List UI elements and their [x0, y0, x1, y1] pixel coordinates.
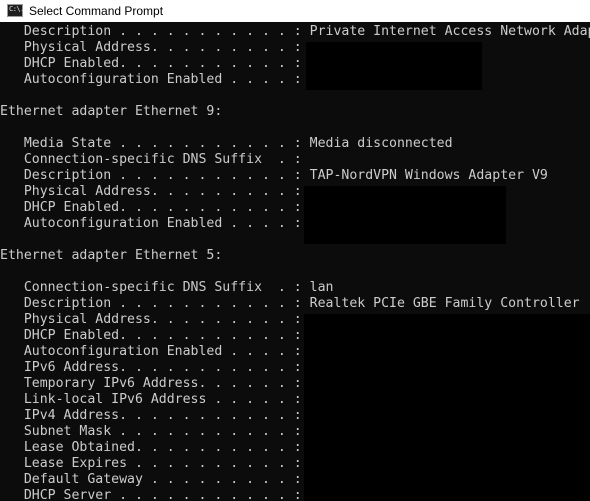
console-line: Ethernet adapter Ethernet 5:: [0, 248, 223, 263]
console-line: Ethernet adapter Ethernet 9:: [0, 104, 223, 119]
window-title: Select Command Prompt: [29, 4, 164, 18]
title-bar[interactable]: C:\. Select Command Prompt: [0, 0, 590, 22]
console-line: Description . . . . . . . . . . . : TAP-…: [0, 168, 548, 183]
console-line: Autoconfiguration Enabled . . . . :: [0, 72, 302, 87]
redaction-box: [304, 314, 590, 501]
console-line: Physical Address. . . . . . . . . :: [0, 40, 302, 55]
console-line: DHCP Enabled. . . . . . . . . . . :: [0, 56, 302, 71]
console-line: Media State . . . . . . . . . . . : Medi…: [0, 136, 453, 151]
command-prompt-window[interactable]: C:\. Select Command Prompt Description .…: [0, 0, 590, 501]
cmd-icon-text: C:\.: [9, 5, 24, 13]
console-line: Description . . . . . . . . . . . : Real…: [0, 296, 580, 311]
console-line: Connection-specific DNS Suffix . : lan: [0, 280, 334, 295]
cmd-icon[interactable]: C:\.: [7, 4, 24, 17]
redaction-box: [306, 42, 482, 90]
console-line: Description . . . . . . . . . . . : Priv…: [0, 24, 590, 39]
redaction-box: [304, 186, 506, 244]
console-line: Connection-specific DNS Suffix . :: [0, 152, 302, 167]
console-output[interactable]: Description . . . . . . . . . . . : Priv…: [0, 22, 590, 501]
